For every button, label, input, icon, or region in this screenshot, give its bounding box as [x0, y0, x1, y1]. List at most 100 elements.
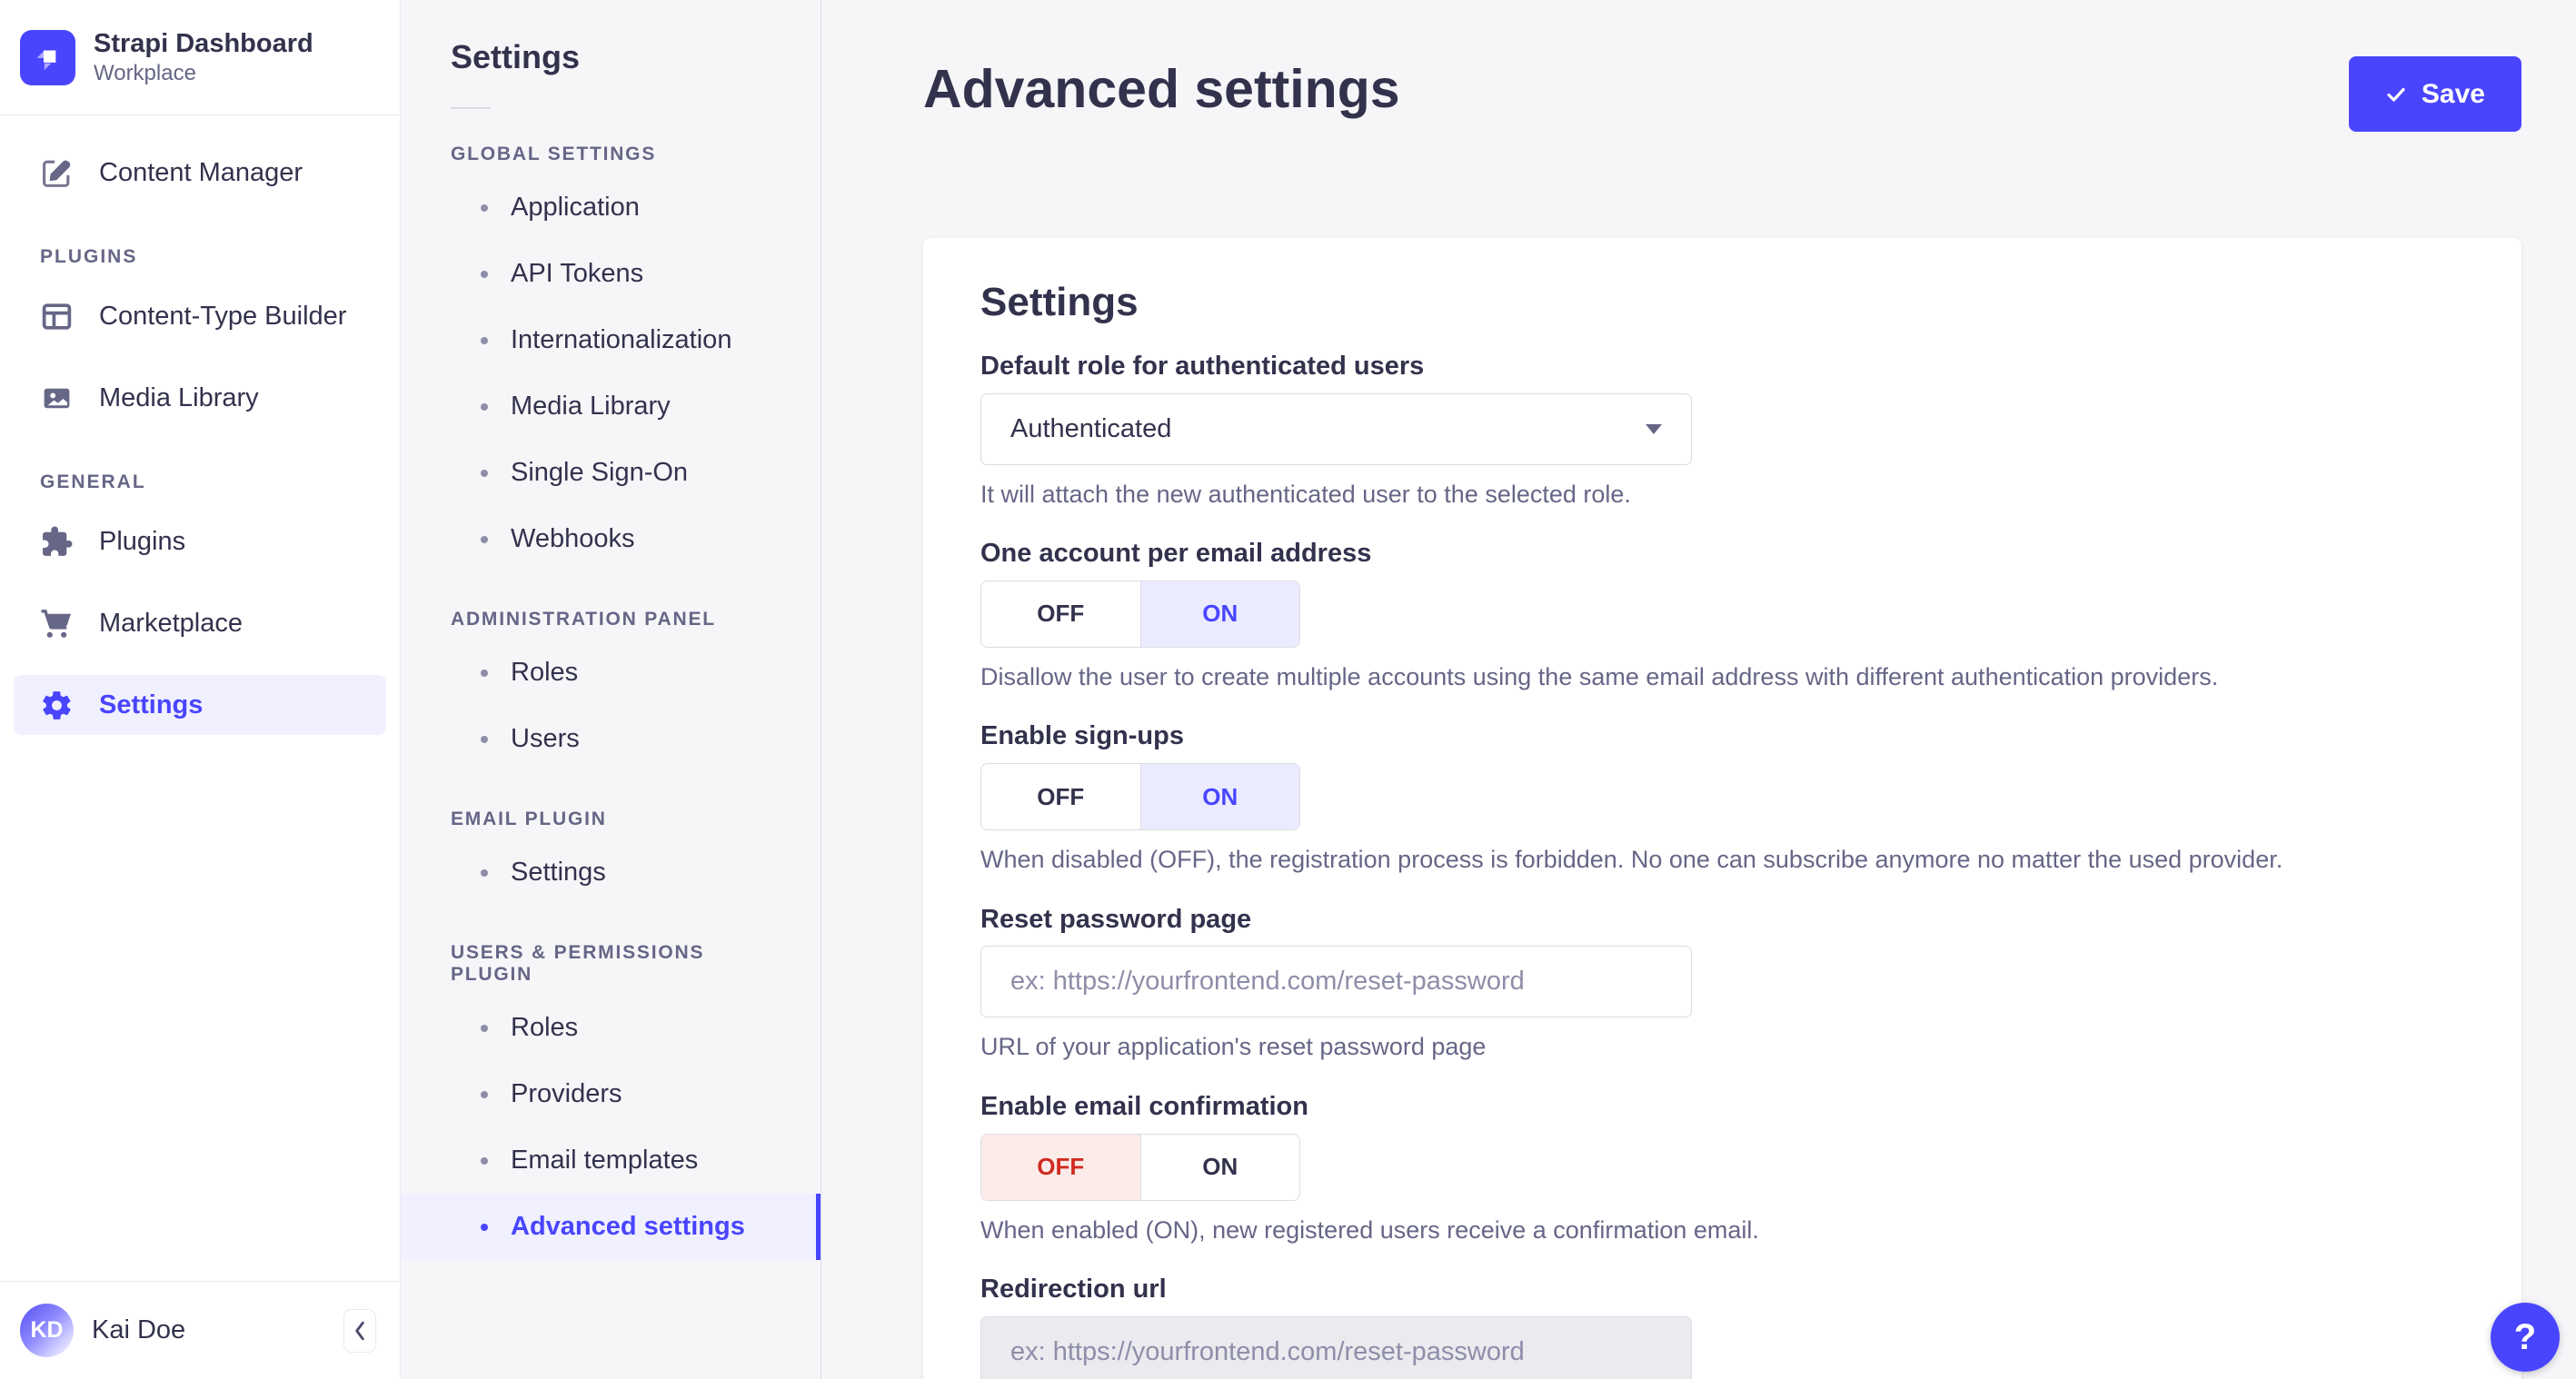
sidebar-section-general: GENERAL — [40, 471, 146, 493]
field-hint: URL of your application's reset password… — [980, 1033, 1487, 1061]
snav-item-label: API Tokens — [511, 259, 644, 288]
snav-item-label: Webhooks — [511, 524, 635, 553]
field-hint: It will attach the new authenticated use… — [980, 480, 1631, 508]
snav-item-up-roles[interactable]: Roles — [401, 995, 821, 1061]
field-label: Reset password page — [980, 904, 1252, 934]
select-value: Authenticated — [1010, 413, 1172, 443]
snav-item-label: Email templates — [511, 1146, 699, 1175]
sidebar-item-label: Content-Type Builder — [99, 301, 347, 331]
toggle-off-option[interactable]: OFF — [981, 764, 1141, 830]
field-hint: When enabled (ON), new registered users … — [980, 1215, 1759, 1244]
snav-item-application[interactable]: Application — [401, 174, 821, 241]
sidebar-section-plugins: PLUGINS — [40, 246, 138, 268]
settings-nav-title: Settings — [451, 38, 581, 75]
snav-item-label: Providers — [511, 1079, 622, 1108]
snav-item-label: Roles — [511, 658, 579, 687]
field-label: Enable email confirmation — [980, 1091, 1308, 1121]
brand-title: Strapi Dashboard — [94, 29, 313, 58]
default-role-select[interactable]: Authenticated — [980, 392, 1692, 465]
save-button[interactable]: Save — [2348, 56, 2521, 132]
enable-sign-ups-toggle[interactable]: OFF ON — [980, 763, 1300, 831]
layout-icon — [40, 300, 74, 333]
cart-icon — [40, 607, 74, 640]
user-row: KD Kai Doe — [0, 1281, 400, 1379]
sidebar-item-label: Plugins — [99, 526, 186, 556]
sidebar-item-content-manager[interactable]: Content Manager — [14, 143, 386, 203]
field-label: One account per email address — [980, 539, 1372, 569]
brand: Strapi Dashboard Workplace — [0, 0, 400, 116]
toggle-on-option[interactable]: ON — [1140, 764, 1299, 830]
bullet-icon — [481, 669, 488, 677]
bullet-icon — [481, 1024, 488, 1032]
snav-item-webhooks[interactable]: Webhooks — [401, 506, 821, 572]
bullet-icon — [481, 735, 488, 743]
sidebar-item-media-library[interactable]: Media Library — [14, 368, 386, 428]
snav-section-email-plugin: EMAIL PLUGIN — [451, 809, 607, 829]
caret-down-icon — [1646, 423, 1662, 434]
email-confirmation-toggle[interactable]: OFF ON — [980, 1133, 1300, 1201]
puzzle-icon — [40, 525, 74, 559]
field-one-account-per-email: One account per email address OFF ON Dis… — [980, 538, 2464, 691]
bullet-icon — [481, 469, 488, 477]
reset-password-page-input[interactable] — [980, 946, 1692, 1018]
sidebar-item-marketplace[interactable]: Marketplace — [14, 593, 386, 653]
brand-text: Strapi Dashboard Workplace — [94, 27, 313, 87]
snav-item-label: Application — [511, 193, 640, 222]
snav-item-email-templates[interactable]: Email templates — [401, 1127, 821, 1194]
sidebar-item-content-type-builder[interactable]: Content-Type Builder — [14, 286, 386, 346]
check-icon — [2385, 84, 2407, 105]
snav-section-global-settings: GLOBAL SETTINGS — [451, 144, 657, 164]
toggle-off-option[interactable]: OFF — [981, 580, 1141, 647]
snav-item-admin-roles[interactable]: Roles — [401, 640, 821, 706]
snav-item-label: Users — [511, 724, 580, 753]
image-icon — [40, 382, 74, 415]
toggle-off-option[interactable]: OFF — [981, 1134, 1141, 1200]
snav-item-admin-users[interactable]: Users — [401, 706, 821, 772]
collapse-sidebar-button[interactable] — [343, 1308, 376, 1353]
toggle-on-option[interactable]: ON — [1140, 580, 1299, 647]
redirection-url-input — [980, 1315, 1692, 1379]
sidebar-item-plugins[interactable]: Plugins — [14, 511, 386, 571]
sidebar-item-label: Marketplace — [99, 608, 243, 638]
snav-item-label: Single Sign-On — [511, 458, 689, 487]
toggle-on-option[interactable]: ON — [1141, 1135, 1300, 1200]
snav-section-administration-panel: ADMINISTRATION PANEL — [451, 609, 716, 630]
sidebar-item-settings[interactable]: Settings — [14, 675, 386, 736]
snav-item-email-settings[interactable]: Settings — [401, 839, 821, 906]
sidebar-item-label: Media Library — [99, 382, 259, 412]
field-enable-sign-ups: Enable sign-ups OFF ON When disabled (OF… — [980, 720, 2464, 874]
settings-card: Settings Default role for authenticated … — [923, 238, 2521, 1379]
page-header: Advanced settings Save — [923, 0, 2521, 132]
snav-item-label: Roles — [511, 1013, 579, 1042]
field-hint: When disabled (OFF), the registration pr… — [980, 846, 2283, 874]
bullet-icon — [481, 336, 488, 344]
snav-item-internationalization[interactable]: Internationalization — [401, 307, 821, 373]
snav-item-api-tokens[interactable]: API Tokens — [401, 241, 821, 307]
main-sidebar: Strapi Dashboard Workplace Content Manag… — [0, 0, 401, 1379]
snav-item-label: Media Library — [511, 392, 671, 421]
snav-item-label: Internationalization — [511, 325, 732, 354]
snav-item-single-sign-on[interactable]: Single Sign-On — [401, 440, 821, 506]
field-default-role: Default role for authenticated users Aut… — [980, 351, 2464, 509]
bullet-icon — [481, 402, 488, 411]
settings-nav: Settings GLOBAL SETTINGS Application API… — [401, 0, 821, 1379]
bullet-icon — [481, 1090, 488, 1098]
user-name: Kai Doe — [92, 1315, 186, 1344]
brand-workspace: Workplace — [94, 61, 196, 86]
field-label: Enable sign-ups — [980, 721, 1184, 751]
field-reset-password-page: Reset password page URL of your applicat… — [980, 904, 2464, 1062]
one-account-toggle[interactable]: OFF ON — [980, 580, 1300, 648]
field-hint: Disallow the user to create multiple acc… — [980, 662, 2219, 690]
card-title: Settings — [980, 280, 1139, 324]
snav-item-advanced-settings[interactable]: Advanced settings — [401, 1194, 821, 1260]
snav-item-providers[interactable]: Providers — [401, 1061, 821, 1127]
bullet-icon — [481, 535, 488, 543]
strapi-logo-icon — [20, 29, 75, 85]
snav-item-media-library[interactable]: Media Library — [401, 373, 821, 440]
snav-item-label: Advanced settings — [511, 1212, 745, 1241]
field-label: Default role for authenticated users — [980, 352, 1425, 381]
bullet-icon — [481, 1223, 488, 1231]
help-button[interactable]: ? — [2491, 1303, 2560, 1372]
save-button-label: Save — [2421, 78, 2485, 109]
page-title: Advanced settings — [923, 59, 1400, 119]
